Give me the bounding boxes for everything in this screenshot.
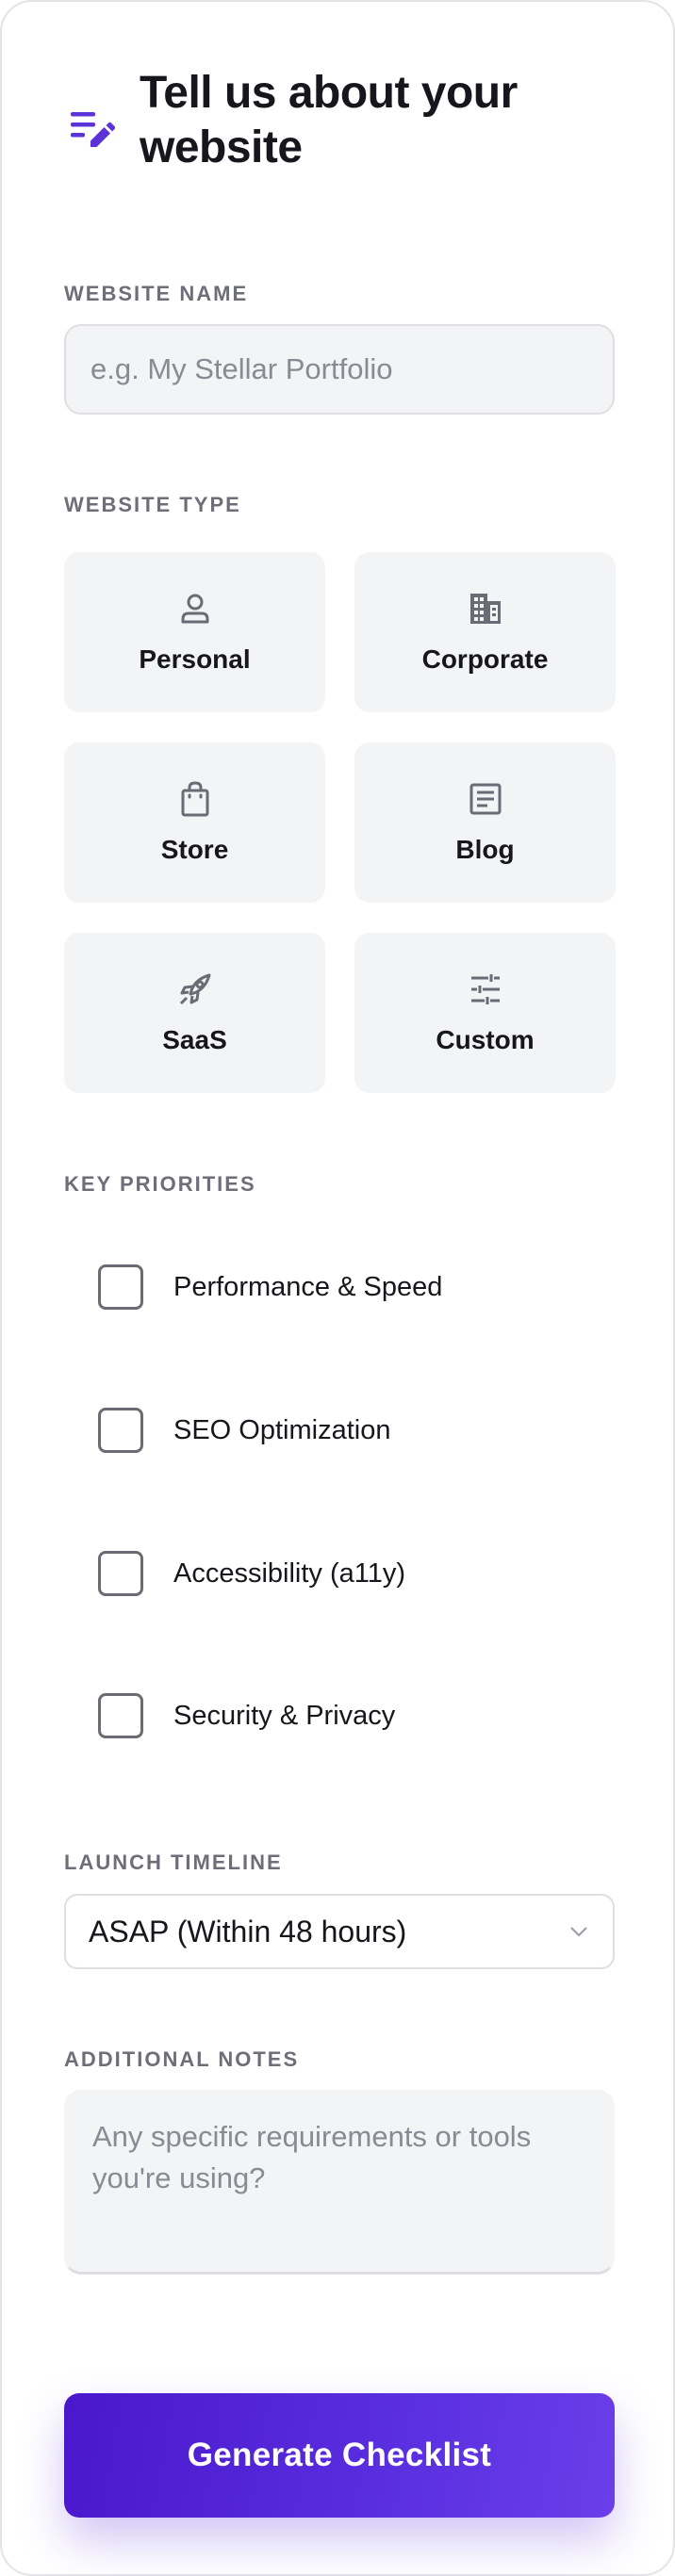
launch-timeline-label: LAUNCH TIMELINE xyxy=(64,1850,283,1874)
tile-label: Store xyxy=(160,835,229,864)
sliders-icon xyxy=(470,974,500,1004)
tile-label: Corporate xyxy=(421,644,549,674)
website-type-saas[interactable]: SaaS xyxy=(64,933,325,1093)
person-icon xyxy=(181,594,208,624)
launch-timeline-select[interactable]: ASAP (Within 48 hours) xyxy=(64,1894,615,1969)
additional-notes-label: ADDITIONAL NOTES xyxy=(64,2047,300,2071)
key-priorities-label: KEY PRIORITIES xyxy=(64,1172,256,1196)
tile-label: Blog xyxy=(455,835,515,864)
generate-checklist-button[interactable]: Generate Checklist xyxy=(64,2393,615,2518)
tile-label: SaaS xyxy=(162,1025,227,1054)
priority-checkbox[interactable] xyxy=(98,1408,143,1453)
website-type-custom[interactable]: Custom xyxy=(354,933,616,1093)
priority-accessibility[interactable]: Accessibility (a11y) xyxy=(98,1550,405,1597)
priority-seo[interactable]: SEO Optimization xyxy=(98,1407,390,1454)
priority-checkbox[interactable] xyxy=(98,1551,143,1596)
page-title: Tell us about your website xyxy=(140,68,518,172)
article-icon xyxy=(469,783,501,815)
website-type-blog[interactable]: Blog xyxy=(354,742,616,903)
website-name-label: WEBSITE NAME xyxy=(64,282,249,305)
tile-label: Custom xyxy=(436,1025,535,1054)
website-type-personal[interactable]: Personal xyxy=(64,552,325,712)
website-type-corporate[interactable]: Corporate xyxy=(354,552,616,712)
website-name-input[interactable] xyxy=(64,324,615,415)
building-icon xyxy=(469,594,501,624)
priority-label: Performance & Speed xyxy=(173,1271,443,1302)
additional-notes-textarea[interactable] xyxy=(64,2090,615,2274)
notes-edit-icon xyxy=(71,112,115,147)
priority-checkbox[interactable] xyxy=(98,1264,143,1310)
tile-label: Personal xyxy=(139,644,251,674)
priority-label: SEO Optimization xyxy=(173,1414,391,1445)
chevron-down-icon xyxy=(570,1927,587,1937)
select-value: ASAP (Within 48 hours) xyxy=(89,1914,407,1948)
priority-checkbox[interactable] xyxy=(98,1693,143,1738)
shopping-bag-icon xyxy=(181,781,208,817)
priority-label: Security & Privacy xyxy=(173,1700,396,1731)
priority-security[interactable]: Security & Privacy xyxy=(98,1692,395,1739)
priority-performance[interactable]: Performance & Speed xyxy=(98,1264,442,1311)
priority-label: Accessibility (a11y) xyxy=(173,1557,406,1589)
form-card: Tell us about your website WEBSITE NAME … xyxy=(0,0,675,2576)
rocket-icon xyxy=(179,973,210,1005)
website-type-store[interactable]: Store xyxy=(64,742,325,903)
form-header: Tell us about your website xyxy=(68,66,634,175)
website-type-label: WEBSITE TYPE xyxy=(64,493,241,516)
